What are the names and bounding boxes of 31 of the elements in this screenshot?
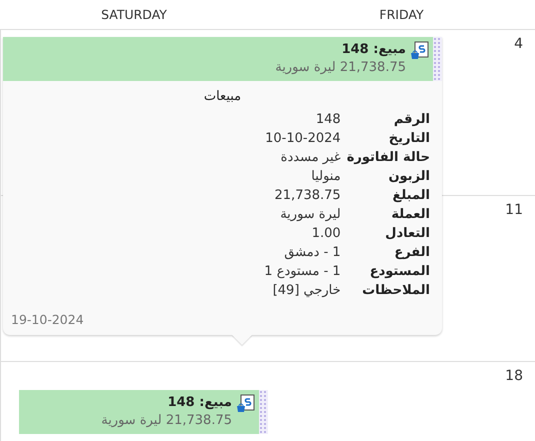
field-label: التعادل — [384, 225, 430, 243]
field-value: منوليا — [310, 168, 341, 186]
field-label: المبلغ — [391, 187, 430, 205]
day-header: FRIDAY — [268, 0, 535, 30]
day-number: 18 — [505, 368, 523, 386]
field-value: خارجي [49] — [272, 282, 341, 300]
appointment-title: مبيع: 148 — [166, 394, 232, 412]
field-label: التاريخ — [388, 130, 430, 148]
field-label: العملة — [390, 206, 430, 224]
appointment-amount: 21,738.75 ليرة سورية — [275, 59, 406, 77]
field-value: 21,738.75 — [274, 187, 341, 205]
field-value: 1 - مستودع 1 — [264, 263, 341, 281]
field-value: 148 — [314, 111, 341, 129]
appointment-title: مبيع: 148 — [340, 41, 406, 59]
field-label: المستودع — [368, 263, 430, 281]
field-value: ليرة سورية — [279, 206, 341, 224]
day-number: 11 — [505, 202, 523, 220]
day-header: SATURDAY — [0, 0, 268, 30]
section-title: مبيعات — [202, 89, 242, 104]
field-value: 1.00 — [310, 225, 341, 243]
popup-date: 19-10-2024 — [11, 312, 85, 327]
appointment-amount: 21,738.75 ليرة سورية — [101, 412, 232, 430]
field-label: الفرع — [393, 244, 430, 262]
field-label: حالة الفاتورة — [346, 149, 430, 167]
field-label: الرقم — [392, 111, 430, 129]
field-value: 1 - دمشق — [283, 244, 341, 262]
field-label: الزبون — [387, 168, 430, 186]
field-value: غير مسددة — [280, 149, 341, 167]
field-label: الملاحظات — [361, 282, 430, 300]
field-value: 10-10-2024 — [264, 130, 341, 148]
day-number: 4 — [514, 36, 523, 54]
